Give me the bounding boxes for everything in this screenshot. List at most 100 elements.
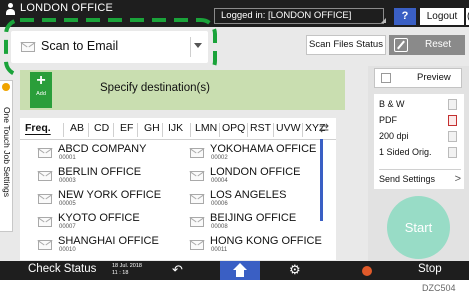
list-item[interactable]: BEIJING OFFICE 00008 bbox=[190, 212, 340, 232]
mail-icon bbox=[38, 171, 52, 181]
send-settings-label: Send Settings bbox=[379, 174, 436, 184]
preview-label: Preview bbox=[417, 72, 451, 83]
mail-icon bbox=[38, 194, 52, 204]
tab-freq[interactable]: Freq. bbox=[25, 122, 51, 134]
tab-divider bbox=[302, 123, 303, 137]
tab-ab[interactable]: AB bbox=[70, 122, 84, 134]
entry-number: 00006 bbox=[211, 201, 228, 207]
scan-files-status-button[interactable]: Scan Files Status bbox=[306, 35, 386, 55]
stop-icon[interactable] bbox=[362, 266, 372, 276]
list-item[interactable]: LOS ANGELES 00006 bbox=[190, 189, 340, 209]
logout-button[interactable]: Logout bbox=[420, 8, 464, 25]
time: 11 : 18 bbox=[112, 270, 129, 276]
dropdown-divider bbox=[190, 37, 191, 57]
plus-icon: + bbox=[36, 72, 46, 89]
entry-name: LOS ANGELES bbox=[210, 189, 287, 201]
tab-rst[interactable]: RST bbox=[250, 122, 271, 134]
gear-icon[interactable]: ⚙ bbox=[289, 262, 301, 278]
check-status-button[interactable]: Check Status bbox=[28, 263, 96, 275]
right-panel: Preview B & W PDF 200 dpi 1 Sided Orig. … bbox=[368, 66, 469, 266]
preview-button[interactable]: Preview bbox=[374, 68, 462, 88]
scan-mode-dropdown[interactable]: Scan to Email bbox=[11, 31, 208, 63]
entry-number: 00002 bbox=[211, 155, 228, 161]
address-book-tabs: Freq. AB CD EF GH IJK LMN OPQ RST UVW XY… bbox=[20, 118, 336, 140]
date: 18 Jul. 2018 bbox=[112, 263, 142, 269]
setting-format: PDF bbox=[379, 113, 457, 128]
mail-icon bbox=[190, 171, 204, 181]
entry-name: YOKOHAMA OFFICE bbox=[210, 143, 317, 155]
resolution-icon bbox=[448, 131, 457, 142]
list-item[interactable]: YOKOHAMA OFFICE 00002 bbox=[190, 143, 340, 163]
mail-icon bbox=[190, 240, 204, 250]
tab-divider bbox=[247, 123, 248, 137]
tab-gh[interactable]: GH bbox=[144, 122, 160, 134]
entry-number: 00011 bbox=[211, 247, 228, 253]
home-button[interactable] bbox=[220, 261, 260, 280]
date-time: 18 Jul. 2018 11 : 18 bbox=[112, 263, 142, 277]
one-touch-job-settings-tab[interactable]: One Touch Job Settings bbox=[0, 80, 13, 232]
entry-name: ABCD COMPANY bbox=[58, 143, 147, 155]
mail-icon bbox=[190, 217, 204, 227]
pdf-icon bbox=[448, 115, 457, 126]
user-icon bbox=[6, 3, 15, 16]
help-button[interactable]: ? bbox=[394, 8, 416, 25]
reset-icon bbox=[394, 38, 408, 52]
tab-divider bbox=[113, 123, 114, 137]
list-item[interactable]: NEW YORK OFFICE 00005 bbox=[38, 189, 188, 209]
start-button[interactable]: Start bbox=[387, 196, 450, 259]
mail-icon bbox=[190, 148, 204, 158]
tab-ef[interactable]: EF bbox=[120, 122, 133, 134]
list-item[interactable]: BERLIN OFFICE 00003 bbox=[38, 166, 188, 186]
list-item[interactable]: KYOTO OFFICE 00007 bbox=[38, 212, 188, 232]
mail-icon bbox=[190, 194, 204, 204]
destination-prompt: Specify destination(s) bbox=[100, 82, 210, 94]
entry-number: 00007 bbox=[59, 224, 76, 230]
dropdown-arrow-icon[interactable] bbox=[194, 43, 202, 48]
entry-number: 00008 bbox=[211, 224, 228, 230]
list-item[interactable]: ABCD COMPANY 00001 bbox=[38, 143, 188, 163]
setting-resolution: 200 dpi bbox=[379, 129, 457, 144]
send-settings-button[interactable]: Send Settings > bbox=[379, 169, 461, 187]
add-label: Add bbox=[36, 91, 46, 97]
login-corner-icon bbox=[381, 18, 386, 23]
entry-number: 00001 bbox=[59, 155, 76, 161]
list-item[interactable]: SHANGHAI OFFICE 00010 bbox=[38, 235, 188, 255]
back-arrow-icon[interactable]: ↶ bbox=[172, 262, 183, 278]
figure-code: DZC504 bbox=[422, 283, 456, 293]
list-item[interactable]: LONDON OFFICE 00004 bbox=[190, 166, 340, 186]
stop-button[interactable]: Stop bbox=[418, 263, 442, 275]
preview-checkbox[interactable] bbox=[381, 73, 391, 83]
add-destination-button[interactable]: + Add bbox=[30, 72, 52, 108]
entry-name: HONG KONG OFFICE bbox=[210, 235, 322, 247]
tab-divider bbox=[273, 123, 274, 137]
scan-mode-label: Scan to Email bbox=[41, 39, 119, 53]
tab-cd[interactable]: CD bbox=[94, 122, 109, 134]
mail-icon bbox=[38, 240, 52, 250]
scrollbar[interactable] bbox=[320, 139, 323, 221]
chevron-right-icon: > bbox=[454, 173, 461, 185]
scroll-icon[interactable]: ⇄ bbox=[319, 121, 329, 135]
scan-settings-summary[interactable]: B & W PDF 200 dpi 1 Sided Orig. Send Set… bbox=[374, 94, 464, 189]
entry-name: BEIJING OFFICE bbox=[210, 212, 297, 224]
home-icon bbox=[233, 263, 247, 270]
tab-ijk[interactable]: IJK bbox=[168, 122, 183, 134]
entry-name: SHANGHAI OFFICE bbox=[58, 235, 159, 247]
setting-sides-value: 1 Sided Orig. bbox=[379, 147, 432, 157]
setting-color: B & W bbox=[379, 97, 457, 112]
entry-name: KYOTO OFFICE bbox=[58, 212, 140, 224]
tab-opq[interactable]: OPQ bbox=[222, 122, 245, 134]
reset-button[interactable]: Reset bbox=[389, 35, 465, 55]
entry-number: 00005 bbox=[59, 201, 76, 207]
tab-divider bbox=[162, 123, 163, 137]
tab-uvw[interactable]: UVW bbox=[276, 122, 301, 134]
destination-panel: + Add Specify destination(s) bbox=[20, 70, 345, 110]
color-mode-icon bbox=[448, 99, 457, 110]
tab-divider bbox=[63, 123, 64, 137]
reset-label: Reset bbox=[425, 39, 452, 50]
tab-divider bbox=[88, 123, 89, 137]
tab-lmn[interactable]: LMN bbox=[195, 122, 217, 134]
list-item[interactable]: HONG KONG OFFICE 00011 bbox=[190, 235, 340, 255]
mail-icon bbox=[21, 42, 35, 52]
setting-color-value: B & W bbox=[379, 99, 405, 109]
tab-divider bbox=[137, 123, 138, 137]
